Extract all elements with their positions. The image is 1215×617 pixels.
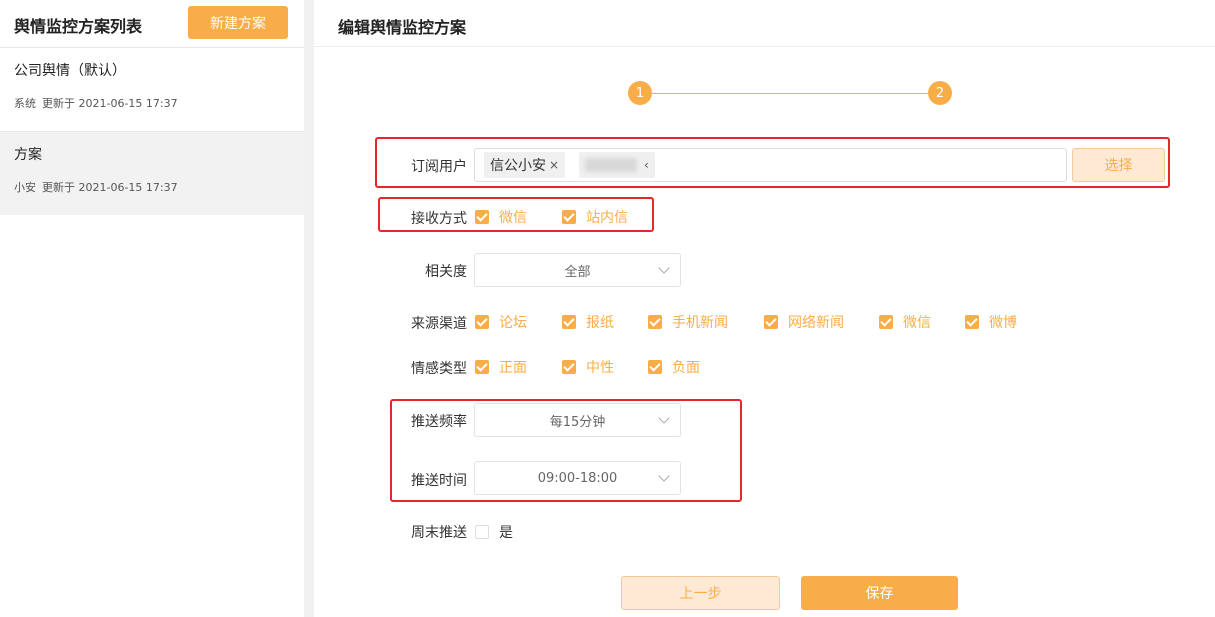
plan-creator: 系统 (14, 97, 36, 110)
relevance-value: 全部 (564, 264, 591, 280)
step-2-indicator: 2 (928, 81, 952, 105)
plan-name: 方案 (14, 147, 42, 163)
plan-list-sidebar: 舆情监控方案列表 新建方案 公司舆情（默认） 系统 更新于 2021-06-15 … (0, 0, 304, 617)
plan-name: 公司舆情（默认） (14, 63, 126, 79)
sentiment-positive-checkbox[interactable]: 正面 (475, 357, 527, 377)
plan-meta: 系统 更新于 2021-06-15 17:37 (14, 95, 184, 111)
checkbox-checked-icon (764, 315, 778, 329)
weekend-push-checkbox[interactable]: 是 (475, 522, 513, 542)
highlight-push-settings (390, 399, 742, 502)
sentiment-negative-checkbox[interactable]: 负面 (648, 357, 700, 377)
checkbox-checked-icon (648, 315, 662, 329)
checkbox-checked-icon (562, 360, 576, 374)
source-mobile-news-checkbox[interactable]: 手机新闻 (648, 312, 728, 332)
plan-meta: 小安 更新于 2021-06-15 17:37 (14, 179, 184, 195)
sentiment-neutral-checkbox[interactable]: 中性 (562, 357, 614, 377)
source-label: 来源渠道 (411, 316, 467, 332)
panel-header: 编辑舆情监控方案 (314, 0, 1215, 47)
source-forum-checkbox[interactable]: 论坛 (475, 312, 527, 332)
source-web-news-checkbox[interactable]: 网络新闻 (764, 312, 844, 332)
relevance-label: 相关度 (425, 264, 467, 280)
plan-updated: 更新于 2021-06-15 17:37 (42, 181, 178, 194)
checkbox-checked-icon (879, 315, 893, 329)
plan-creator: 小安 (14, 181, 36, 194)
checkbox-unchecked-icon (475, 525, 489, 539)
sidebar-title: 舆情监控方案列表 (14, 17, 143, 36)
relevance-select[interactable]: 全部 (474, 253, 681, 287)
highlight-subscribers (375, 137, 1170, 188)
previous-step-button[interactable]: 上一步 (621, 576, 780, 610)
sidebar-header: 舆情监控方案列表 新建方案 (0, 0, 304, 47)
page-title: 编辑舆情监控方案 (338, 18, 467, 37)
new-plan-button[interactable]: 新建方案 (188, 6, 288, 39)
checkbox-checked-icon (562, 315, 576, 329)
step-1-indicator: 1 (628, 81, 652, 105)
source-wechat-checkbox[interactable]: 微信 (879, 312, 931, 332)
source-newspaper-checkbox[interactable]: 报纸 (562, 312, 614, 332)
edit-plan-panel: 编辑舆情监控方案 1 2 订阅用户 信公小安 × ‹ 选择 接收方式 微信 站内… (314, 0, 1215, 617)
plan-item-default[interactable]: 公司舆情（默认） 系统 更新于 2021-06-15 17:37 (0, 47, 304, 131)
checkbox-checked-icon (648, 360, 662, 374)
checkbox-checked-icon (475, 315, 489, 329)
source-weibo-checkbox[interactable]: 微博 (965, 312, 1017, 332)
checkbox-checked-icon (965, 315, 979, 329)
plan-item-selected[interactable]: 方案 小安 更新于 2021-06-15 17:37 (0, 131, 304, 215)
weekend-push-label: 周末推送 (411, 525, 467, 541)
highlight-receive-method (378, 197, 654, 232)
stepper-line (651, 93, 941, 94)
save-button[interactable]: 保存 (801, 576, 958, 610)
checkbox-checked-icon (475, 360, 489, 374)
plan-updated: 更新于 2021-06-15 17:37 (42, 97, 178, 110)
sentiment-label: 情感类型 (411, 361, 467, 377)
chevron-down-icon (658, 262, 670, 274)
